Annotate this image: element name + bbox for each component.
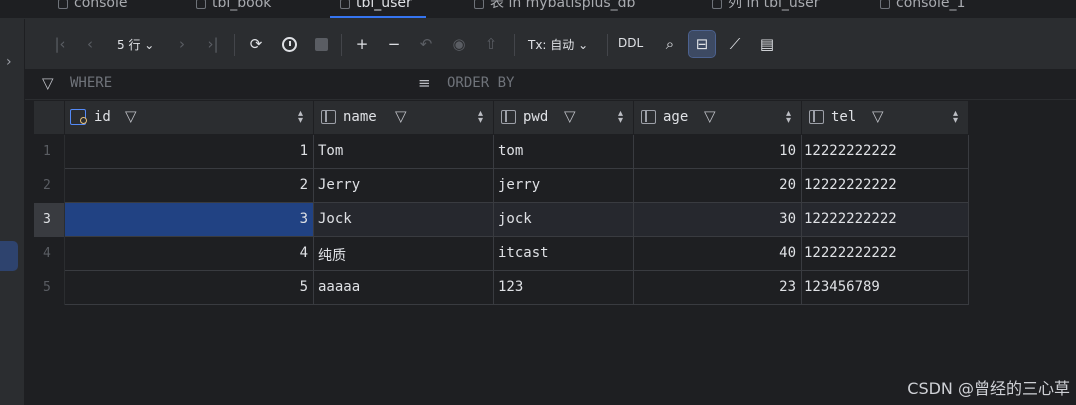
- editor-tab-bar: console tbl_book tbl_user 表 in mybatispl…: [0, 0, 1076, 19]
- tab-tables-in-db[interactable]: 表 in mybatisplus_db: [474, 0, 635, 18]
- cell-tel[interactable]: 12222222222: [802, 237, 969, 271]
- order-by-icon[interactable]: ≡: [418, 74, 431, 92]
- expand-chevron-icon[interactable]: ›: [6, 54, 12, 70]
- stop-icon[interactable]: [308, 31, 334, 57]
- row-number[interactable]: 1: [34, 135, 65, 169]
- filter-icon[interactable]: ▽: [872, 107, 884, 125]
- cell-pwd[interactable]: tom: [494, 135, 634, 169]
- filter-icon[interactable]: ▽: [704, 107, 716, 125]
- transaction-mode-select[interactable]: Tx: 自动 ⌄: [528, 36, 588, 53]
- cell-pwd[interactable]: jerry: [494, 169, 634, 203]
- next-page-icon[interactable]: ›: [169, 31, 195, 57]
- result-toolbar: |‹ ‹ 5 行 ⌄ › ›| ⟳ + − ↶ ◉ ⇧ Tx: 自动 ⌄ DDL…: [25, 19, 1076, 69]
- row-number-header: [34, 101, 65, 134]
- cell-name[interactable]: Jerry: [314, 169, 494, 203]
- sort-icon[interactable]: ▴ ▾: [478, 109, 483, 126]
- first-page-icon[interactable]: |‹: [47, 31, 73, 57]
- filter-icon[interactable]: ▽: [395, 107, 407, 125]
- column-header-pwd[interactable]: pwd ▽ ▴ ▾: [494, 101, 634, 134]
- export-icon[interactable]: ▤: [754, 31, 780, 57]
- where-filter-icon[interactable]: ▽: [42, 74, 54, 92]
- last-page-icon[interactable]: ›|: [200, 31, 226, 57]
- column-header-tel[interactable]: tel ▽ ▴ ▾: [802, 101, 969, 134]
- sort-icon[interactable]: ▴ ▾: [786, 109, 791, 126]
- column-icon: [501, 110, 516, 124]
- row-number[interactable]: 4: [34, 237, 65, 271]
- key-icon: [80, 117, 87, 124]
- where-input[interactable]: WHERE: [70, 75, 112, 91]
- console-icon: [880, 0, 890, 9]
- toolbar-divider: [514, 34, 515, 56]
- remove-row-icon[interactable]: −: [381, 31, 407, 57]
- cell-age[interactable]: 10: [634, 135, 802, 169]
- cell-tel[interactable]: 12222222222: [802, 203, 969, 237]
- chevron-down-icon: ⌄: [578, 38, 589, 52]
- column-header-id[interactable]: id ▽ ▴ ▾: [65, 101, 314, 134]
- ddl-button[interactable]: DDL: [618, 36, 643, 50]
- sort-icon[interactable]: ▴ ▾: [618, 109, 623, 126]
- reload-icon[interactable]: ⟳: [243, 31, 269, 57]
- preview-icon[interactable]: ◉: [446, 31, 472, 57]
- clock-icon[interactable]: [276, 31, 302, 57]
- order-by-input[interactable]: ORDER BY: [447, 75, 514, 91]
- filter-icon[interactable]: ▽: [125, 107, 137, 125]
- column-icon: [809, 110, 824, 124]
- filter-bar: ▽ WHERE ≡ ORDER BY: [25, 69, 1076, 100]
- tab-console-1[interactable]: console_1: [880, 0, 965, 18]
- sort-icon[interactable]: ▴ ▾: [953, 109, 958, 126]
- cell-tel[interactable]: 12222222222: [802, 135, 969, 169]
- toolbar-divider: [341, 34, 342, 56]
- cell-tel[interactable]: 12222222222: [802, 169, 969, 203]
- table-icon: [474, 0, 484, 9]
- column-header-name[interactable]: name ▽ ▴ ▾: [314, 101, 494, 134]
- cell-id-selected[interactable]: 3: [65, 203, 314, 237]
- tab-console[interactable]: console: [58, 0, 128, 18]
- cell-id[interactable]: 2: [65, 169, 314, 203]
- row-number[interactable]: 3: [34, 203, 65, 237]
- submit-icon[interactable]: ⇧: [478, 31, 504, 57]
- cell-age[interactable]: 20: [634, 169, 802, 203]
- row-number[interactable]: 2: [34, 169, 65, 203]
- table-icon: [340, 0, 350, 9]
- cell-name[interactable]: 纯质: [314, 237, 494, 271]
- console-icon: [58, 0, 68, 9]
- filter-icon[interactable]: ▽: [564, 107, 576, 125]
- gutter-highlight: [0, 241, 18, 271]
- row-number[interactable]: 5: [34, 271, 65, 305]
- cell-id[interactable]: 5: [65, 271, 314, 305]
- cell-pwd[interactable]: jock: [494, 203, 634, 237]
- column-header-age[interactable]: age ▽ ▴ ▾: [634, 101, 802, 134]
- cell-pwd[interactable]: itcast: [494, 237, 634, 271]
- cell-id[interactable]: 1: [65, 135, 314, 169]
- toolbar-divider: [607, 34, 608, 56]
- watermark: CSDN @曾经的三心草: [907, 379, 1070, 398]
- table-icon: [196, 0, 206, 9]
- left-gutter: ›: [0, 19, 25, 405]
- cell-tel[interactable]: 123456789: [802, 271, 969, 305]
- cell-name[interactable]: Tom: [314, 135, 494, 169]
- tab-columns-in-tbl-user[interactable]: 列 in tbl_user: [712, 0, 819, 18]
- cell-id[interactable]: 4: [65, 237, 314, 271]
- page-size-select[interactable]: 5 行 ⌄: [117, 36, 154, 53]
- cell-age[interactable]: 30: [634, 203, 802, 237]
- cell-age[interactable]: 23: [634, 271, 802, 305]
- sort-icon[interactable]: ▴ ▾: [298, 109, 303, 126]
- chevron-down-icon: ⌄: [144, 38, 155, 52]
- table-icon: [712, 0, 722, 9]
- previous-page-icon[interactable]: ‹: [77, 31, 103, 57]
- tab-tbl-book[interactable]: tbl_book: [196, 0, 271, 18]
- cell-name[interactable]: Jock: [314, 203, 494, 237]
- chart-icon[interactable]: ⟋: [722, 31, 748, 57]
- cell-pwd[interactable]: 123: [494, 271, 634, 305]
- search-icon[interactable]: ⌕: [657, 31, 683, 57]
- cell-age[interactable]: 40: [634, 237, 802, 271]
- tab-tbl-user[interactable]: tbl_user: [330, 0, 426, 18]
- revert-icon[interactable]: ↶: [413, 31, 439, 57]
- cell-name[interactable]: aaaaa: [314, 271, 494, 305]
- add-row-icon[interactable]: +: [349, 31, 375, 57]
- toolbar-divider: [234, 34, 235, 56]
- column-icon: [321, 110, 336, 124]
- filter-view-icon[interactable]: ⊟: [688, 30, 716, 58]
- column-icon: [641, 110, 656, 124]
